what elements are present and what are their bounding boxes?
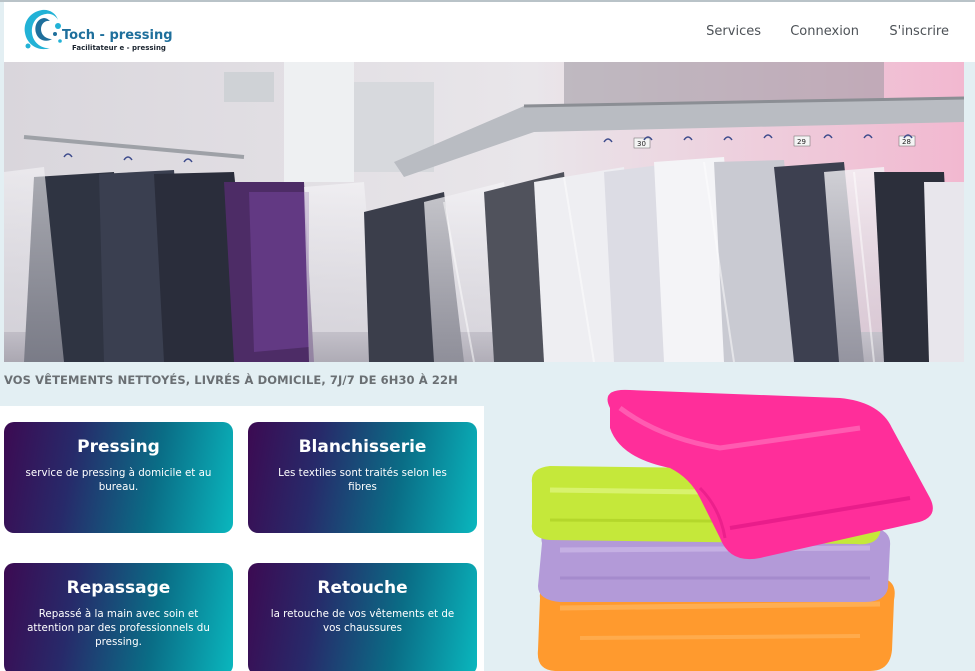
service-card-repassage[interactable]: Repassage Repassé à la main avec soin et… xyxy=(4,563,233,671)
services-panel: Pressing service de pressing à domicile … xyxy=(0,406,484,671)
service-title: Blanchisserie xyxy=(298,437,427,457)
logo-splash-icon xyxy=(24,9,62,50)
service-card-blanchisserie[interactable]: Blanchisserie Les textiles sont traités … xyxy=(248,422,477,533)
service-card-pressing[interactable]: Pressing service de pressing à domicile … xyxy=(4,422,233,533)
tag-30: 30 xyxy=(637,140,646,148)
clothes-rack-illustration: 30 29 28 xyxy=(4,62,964,362)
nav-connexion-link[interactable]: Connexion xyxy=(790,24,859,39)
service-title: Repassage xyxy=(66,578,171,598)
brand-name: Toch - pressing xyxy=(62,28,173,43)
service-description: la retouche de vos vêtements et de vos c… xyxy=(270,608,455,634)
hero-headline: VOS VÊTEMENTS NETTOYÉS, LIVRÉS À DOMICIL… xyxy=(4,373,458,387)
tag-29: 29 xyxy=(797,138,806,146)
site-header: Toch - pressing Facilitateur e - pressin… xyxy=(4,2,975,62)
tag-28: 28 xyxy=(902,138,911,146)
folded-towels-image xyxy=(531,389,933,671)
service-title: Retouche xyxy=(317,578,408,598)
service-title: Pressing xyxy=(77,437,160,457)
service-description: Les textiles sont traités selon les fibr… xyxy=(278,467,447,493)
brand-logo[interactable]: Toch - pressing Facilitateur e - pressin… xyxy=(20,6,190,60)
service-card-retouche[interactable]: Retouche la retouche de vos vêtements et… xyxy=(248,563,477,671)
service-description: service de pressing à domicile et au bur… xyxy=(25,467,212,493)
service-description: Repassé à la main avec soin et attention… xyxy=(27,608,210,648)
nav-services-link[interactable]: Services xyxy=(706,24,761,39)
brand-tagline: Facilitateur e - pressing xyxy=(72,44,166,52)
hero-image: 30 29 28 xyxy=(4,62,964,362)
nav-signup-link[interactable]: S'inscrire xyxy=(889,24,949,39)
